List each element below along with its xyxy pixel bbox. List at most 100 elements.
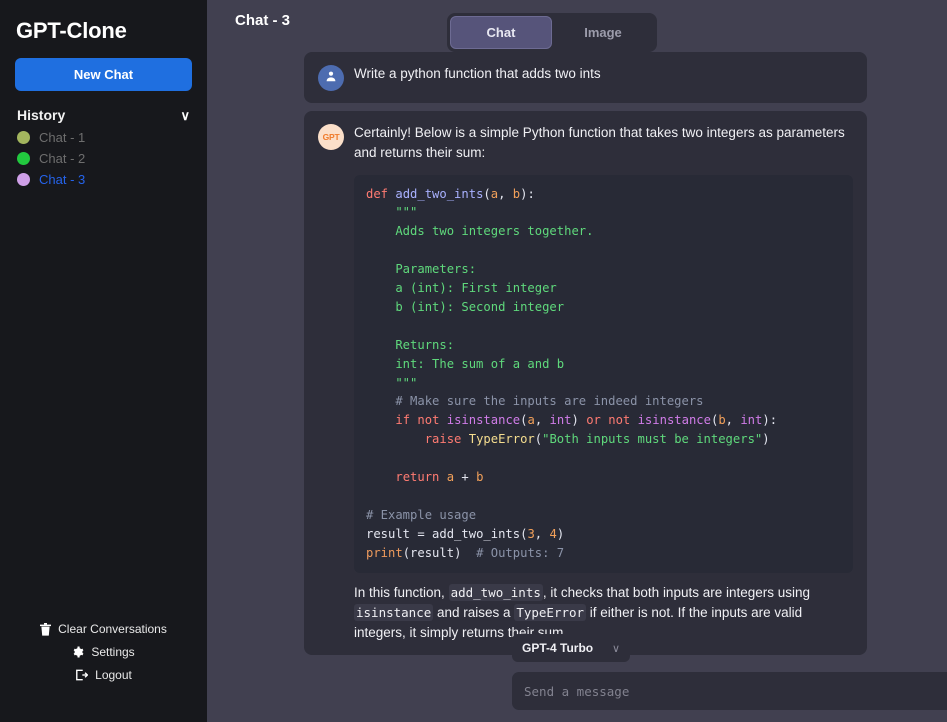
code-token: ( xyxy=(483,186,491,201)
trash-icon xyxy=(40,622,52,636)
model-select[interactable]: GPT-4 Turbo ∨ xyxy=(512,634,630,662)
code-token: print xyxy=(366,545,403,560)
code-token: ) xyxy=(571,413,587,428)
code-token: a xyxy=(446,470,455,485)
code-token: , xyxy=(725,413,741,428)
clear-conversations-label: Clear Conversations xyxy=(58,622,167,636)
top-bar: Chat - 3 Chat Image xyxy=(207,0,909,52)
code-token: raise xyxy=(424,432,462,447)
code-token: 3 xyxy=(527,526,535,541)
inline-code: isinstance xyxy=(354,603,434,621)
code-token: isinstance xyxy=(637,413,711,428)
assistant-message: GPT Certainly! Below is a simple Python … xyxy=(304,111,867,656)
code-token: isinstance xyxy=(446,413,521,428)
code-token: Adds two integers together. xyxy=(366,224,594,239)
assistant-message-body: Certainly! Below is a simple Python func… xyxy=(354,123,853,643)
code-token: a (int): First integer xyxy=(366,281,557,296)
tab-image[interactable]: Image xyxy=(552,16,654,49)
settings-button[interactable]: Settings xyxy=(72,645,135,659)
code-token: add_two_ints xyxy=(432,526,521,541)
clear-conversations-button[interactable]: Clear Conversations xyxy=(40,622,167,636)
user-person-icon xyxy=(324,69,338,88)
code-token: ) xyxy=(556,526,565,541)
code-token: ( xyxy=(402,545,411,560)
avatar: GPT xyxy=(318,124,344,150)
history-label: History xyxy=(17,107,66,123)
user-message-body: Write a python function that adds two in… xyxy=(354,64,853,91)
code-token: add_two_ints xyxy=(395,186,484,201)
logout-button[interactable]: Logout xyxy=(75,668,132,682)
history-header[interactable]: History ∨ xyxy=(17,107,190,123)
message-input[interactable] xyxy=(524,683,947,699)
page-title: Chat - 3 xyxy=(235,12,291,29)
new-chat-button[interactable]: New Chat xyxy=(15,58,192,91)
code-token: b (int): Second integer xyxy=(366,299,565,314)
code-token: ) xyxy=(454,545,477,560)
history-list: Chat - 1 Chat - 2 Chat - 3 xyxy=(15,127,192,190)
logout-icon xyxy=(75,669,89,681)
code-token: b xyxy=(718,413,726,428)
code-token: b xyxy=(476,470,484,485)
history-item[interactable]: Chat - 2 xyxy=(15,148,192,169)
status-dot-icon xyxy=(17,152,30,165)
user-message: Write a python function that adds two in… xyxy=(304,52,867,103)
gear-icon xyxy=(72,646,84,658)
code-token: + xyxy=(454,470,477,485)
sidebar-footer: Clear Conversations Settings Logout xyxy=(15,622,192,708)
code-token: if xyxy=(395,413,411,428)
chevron-down-icon: ∨ xyxy=(611,642,620,655)
code-token: not xyxy=(608,413,631,428)
tab-chat[interactable]: Chat xyxy=(450,16,552,49)
code-block: def add_two_ints(a, b): """ Adds two int… xyxy=(354,174,853,573)
code-token: ) xyxy=(762,432,770,447)
history-item-label: Chat - 1 xyxy=(39,130,86,145)
app-brand-title: GPT-Clone xyxy=(16,18,127,43)
code-token: , xyxy=(534,413,550,428)
code-token: = xyxy=(410,526,433,541)
assistant-intro-text: Certainly! Below is a simple Python func… xyxy=(354,125,845,161)
code-token: int xyxy=(549,413,572,428)
status-dot-icon xyxy=(17,173,30,186)
message-thread: Write a python function that adds two in… xyxy=(207,52,909,656)
user-message-text: Write a python function that adds two in… xyxy=(354,66,601,81)
code-token: not xyxy=(417,413,440,428)
code-token: , xyxy=(498,186,513,201)
logout-label: Logout xyxy=(95,668,132,682)
avatar xyxy=(318,65,344,91)
main-panel: Chat - 3 Chat Image Write a python funct… xyxy=(207,0,947,722)
history-item-label: Chat - 2 xyxy=(39,151,86,166)
history-item[interactable]: Chat - 3 xyxy=(15,169,192,190)
history-item[interactable]: Chat - 1 xyxy=(15,127,192,148)
code-token: # Make sure the inputs are indeed intege… xyxy=(366,394,704,409)
code-token: """ xyxy=(366,205,418,220)
composer: GPT-4 Turbo ∨ xyxy=(512,634,947,710)
settings-label: Settings xyxy=(91,645,135,659)
code-token: result xyxy=(366,526,411,541)
code-token: ): xyxy=(762,413,778,428)
inline-code: add_two_ints xyxy=(448,583,543,601)
sidebar: GPT-Clone New Chat History ∨ Chat - 1 Cha… xyxy=(0,0,207,722)
code-token: """ xyxy=(366,375,418,390)
code-token: 4 xyxy=(549,526,557,541)
code-token: TypeError xyxy=(468,432,535,447)
chevron-down-icon[interactable]: ∨ xyxy=(180,109,190,122)
code-token: or xyxy=(586,413,601,428)
inline-code: TypeError xyxy=(514,603,587,621)
message-input-bar xyxy=(512,672,947,710)
code-token: Parameters: xyxy=(366,262,477,277)
model-select-value: GPT-4 Turbo xyxy=(522,641,594,655)
code-token: def xyxy=(366,186,396,201)
code-token: # Outputs: 7 xyxy=(476,545,565,560)
code-token: ): xyxy=(520,186,535,201)
code-token: int: The sum of a and b xyxy=(366,356,565,371)
code-token: Returns: xyxy=(366,337,455,352)
status-dot-icon xyxy=(17,131,30,144)
code-token: result xyxy=(410,545,455,560)
